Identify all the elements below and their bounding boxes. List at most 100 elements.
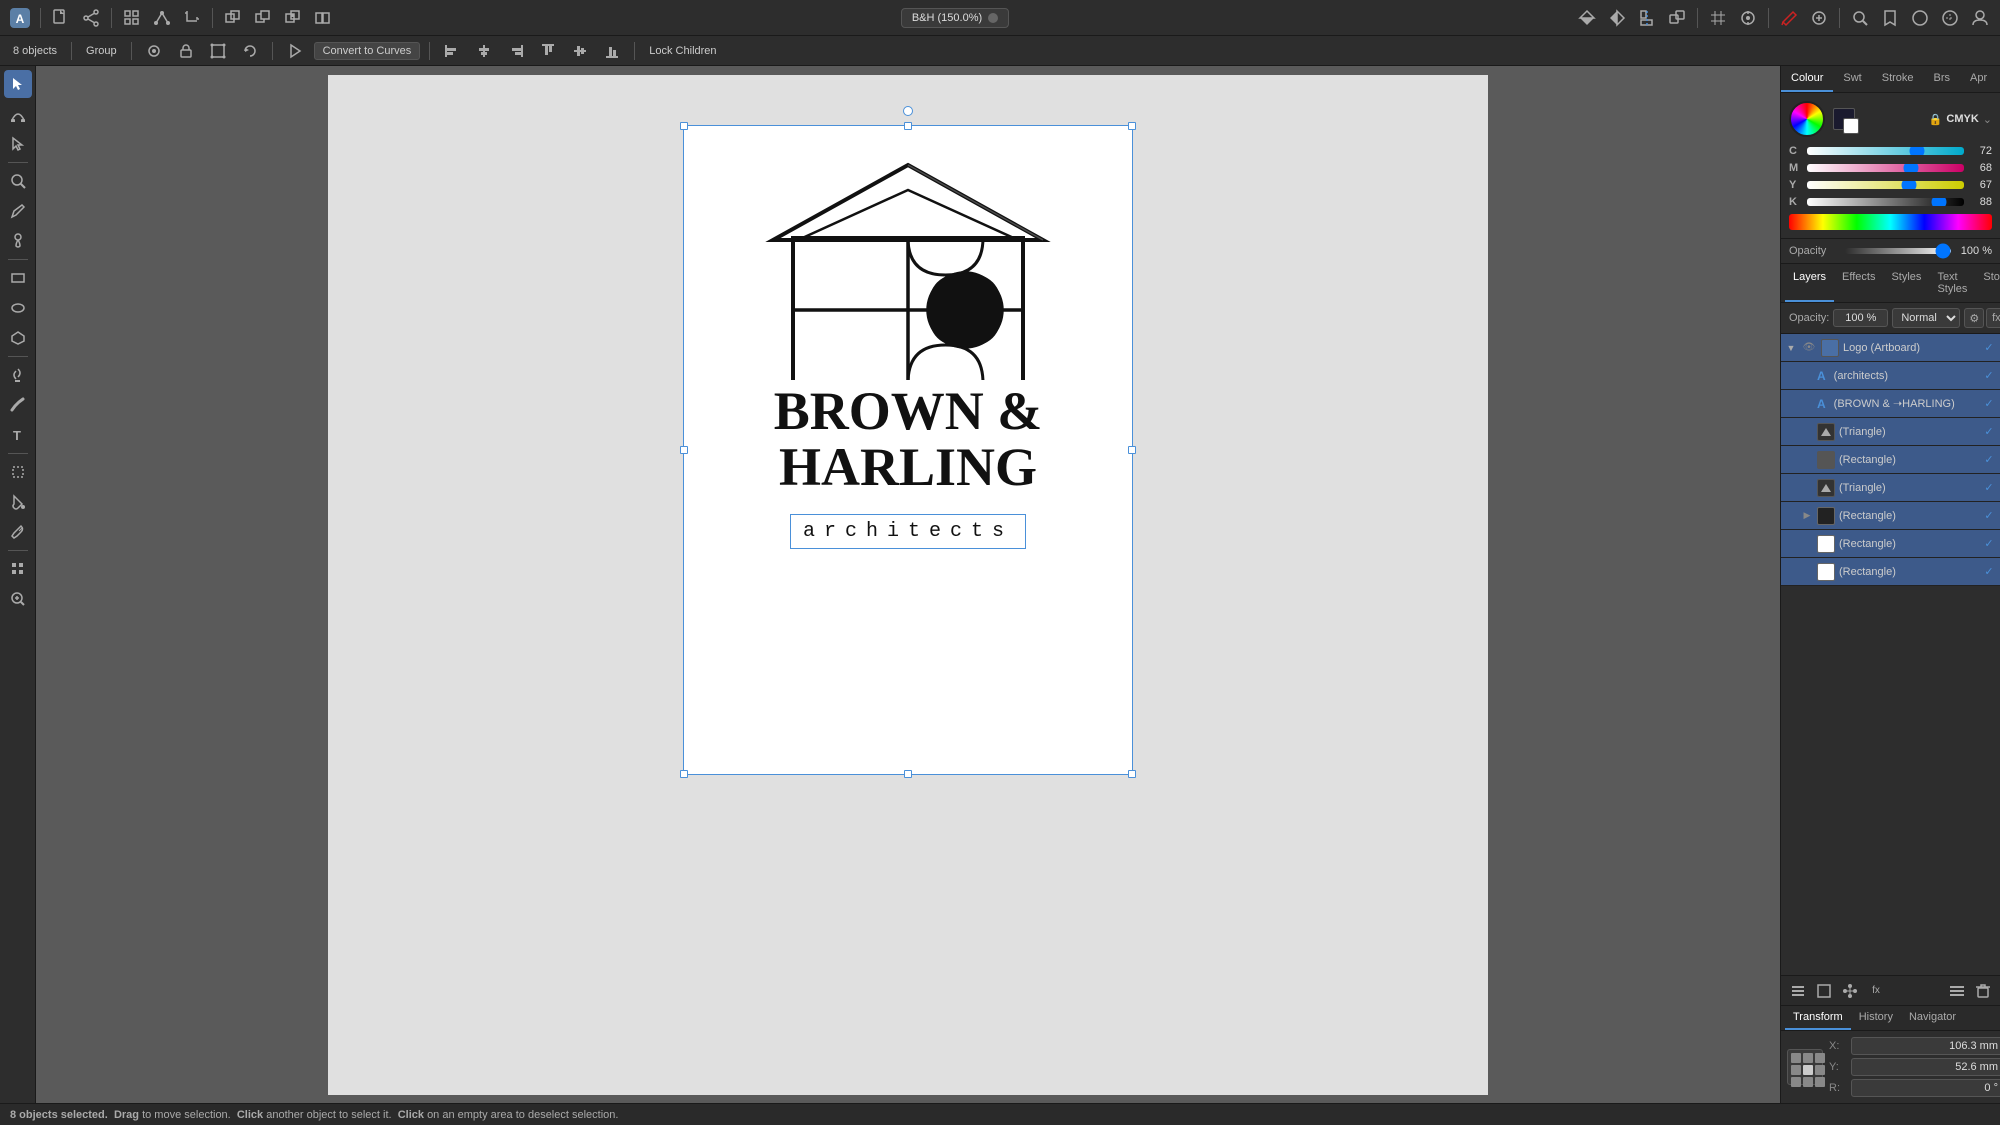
tab-styles[interactable]: Styles [1883,266,1929,302]
transform-tool[interactable] [4,130,32,158]
lock-icon[interactable]: 🔒 [1929,113,1943,126]
tab-effects[interactable]: Effects [1834,266,1883,302]
eyedropper-tool[interactable] [4,518,32,546]
layer-rectangle-3[interactable]: (Rectangle) ✓ [1781,530,2000,558]
grid-tool[interactable] [4,555,32,583]
anchor-dot[interactable] [1815,1053,1825,1063]
tab-apr[interactable]: Apr [1960,66,1997,92]
flip-v-icon[interactable] [1573,4,1601,32]
polygon-tool[interactable] [4,324,32,352]
fill-tool[interactable] [4,488,32,516]
pencil-red-icon[interactable] [1775,4,1803,32]
crop-art-tool[interactable] [4,458,32,486]
rotate-handle[interactable] [903,106,913,116]
ellipse-tool[interactable] [4,294,32,322]
align-icon[interactable] [1633,4,1661,32]
layer-logo-artboard[interactable]: ▼ 👁 Logo (Artboard) ✓ [1781,334,2000,362]
tab-brs[interactable]: Brs [1924,66,1961,92]
node-tool[interactable] [4,100,32,128]
align-bottom-icon[interactable] [599,41,625,61]
layer-triangle-1[interactable]: (Triangle) ✓ [1781,418,2000,446]
tab-layers[interactable]: Layers [1785,266,1834,302]
transform-icon[interactable] [1663,4,1691,32]
visibility-toggle[interactable] [141,41,167,61]
colour-gradient-bar[interactable] [1789,214,1992,230]
text-tool[interactable]: T [4,421,32,449]
select-tool[interactable] [4,70,32,98]
circle-icon[interactable] [1936,4,1964,32]
layers-fx-btn[interactable]: fx [1986,308,2000,328]
nodes-icon[interactable] [148,4,176,32]
grid-icon[interactable] [118,4,146,32]
play-icon[interactable] [282,41,308,61]
layer-rectangle-4[interactable]: (Rectangle) ✓ [1781,558,2000,586]
align-mid-icon[interactable] [567,41,593,61]
share-icon[interactable] [77,4,105,32]
layer-architects[interactable]: A (architects) ✓ [1781,362,2000,390]
layer-check-architects[interactable]: ✓ [1982,369,1996,383]
tab-colour[interactable]: Colour [1781,66,1833,92]
layers-more-icon[interactable] [1946,980,1968,1002]
zoom-tool[interactable] [4,167,32,195]
find-icon[interactable] [1846,4,1874,32]
rectangle-tool[interactable] [4,264,32,292]
lock-children-label[interactable]: Lock Children [644,43,721,59]
layers-group-icon[interactable] [1839,980,1861,1002]
layers-blend-select[interactable]: Normal Multiply Screen Overlay [1892,308,1960,328]
layer-check-rect2[interactable]: ✓ [1982,509,1996,523]
rotate-icon[interactable] [237,41,263,61]
group-label[interactable]: Group [81,43,122,59]
layers-stack-icon[interactable] [1787,980,1809,1002]
document-title-bar[interactable]: B&H (150.0%) [901,8,1009,28]
safari-icon[interactable] [1906,4,1934,32]
boolean-intersect-icon[interactable] [279,4,307,32]
layer-check-rect1[interactable]: ✓ [1982,453,1996,467]
canvas-area[interactable]: BROWN & HARLING architects [36,66,1780,1103]
align-right-icon[interactable] [503,41,529,61]
user-icon[interactable] [1966,4,1994,32]
m-slider[interactable] [1807,164,1964,172]
colour-wheel[interactable] [1789,101,1825,137]
layer-check-tri2[interactable]: ✓ [1982,481,1996,495]
layer-rectangle-1[interactable]: (Rectangle) ✓ [1781,446,2000,474]
boolean-divide-icon[interactable] [309,4,337,32]
magnify-tool[interactable] [4,585,32,613]
pen-tool[interactable] [4,361,32,389]
layers-settings-btn[interactable]: ⚙ [1964,308,1984,328]
pencil-tool[interactable] [4,197,32,225]
grid2-icon[interactable] [1704,4,1732,32]
app-icon[interactable]: A [6,4,34,32]
lock-toggle[interactable] [173,41,199,61]
flip-h-icon[interactable] [1603,4,1631,32]
align-top-icon[interactable] [535,41,561,61]
snapping-icon[interactable] [1734,4,1762,32]
layer-eye-1[interactable]: 👁 [1801,340,1817,356]
tab-transform[interactable]: Transform [1785,1006,1851,1030]
boolean-subtract-icon[interactable] [249,4,277,32]
c-slider[interactable] [1807,147,1964,155]
anchor-dot[interactable] [1815,1077,1825,1087]
anchor-dot[interactable] [1791,1077,1801,1087]
transform-box-icon[interactable] [205,41,231,61]
boolean-union-icon[interactable] [219,4,247,32]
layer-check-rect3[interactable]: ✓ [1982,537,1996,551]
y-slider[interactable] [1807,181,1964,189]
layer-brown-harling[interactable]: A (BROWN & ➝HARLING) ✓ [1781,390,2000,418]
layer-rectangle-2[interactable]: ▶ (Rectangle) ✓ [1781,502,2000,530]
layer-check-brown[interactable]: ✓ [1982,397,1996,411]
crop-icon[interactable] [178,4,206,32]
align-center-icon[interactable] [471,41,497,61]
convert-curves-button[interactable]: Convert to Curves [314,42,421,60]
r-input[interactable] [1851,1079,2000,1097]
brush-tool[interactable] [4,227,32,255]
anchor-dot[interactable] [1791,1065,1801,1075]
layers-opacity-input[interactable] [1833,309,1888,327]
x-input[interactable] [1851,1037,2000,1055]
bookmark-icon[interactable] [1876,4,1904,32]
k-slider[interactable] [1807,198,1964,206]
layer-check-tri1[interactable]: ✓ [1982,425,1996,439]
layer-check-artboard[interactable]: ✓ [1982,341,1996,355]
tab-stock[interactable]: Stock [1975,266,2000,302]
layers-fx-bottom-icon[interactable]: fx [1865,980,1887,1002]
y-input[interactable] [1851,1058,2000,1076]
